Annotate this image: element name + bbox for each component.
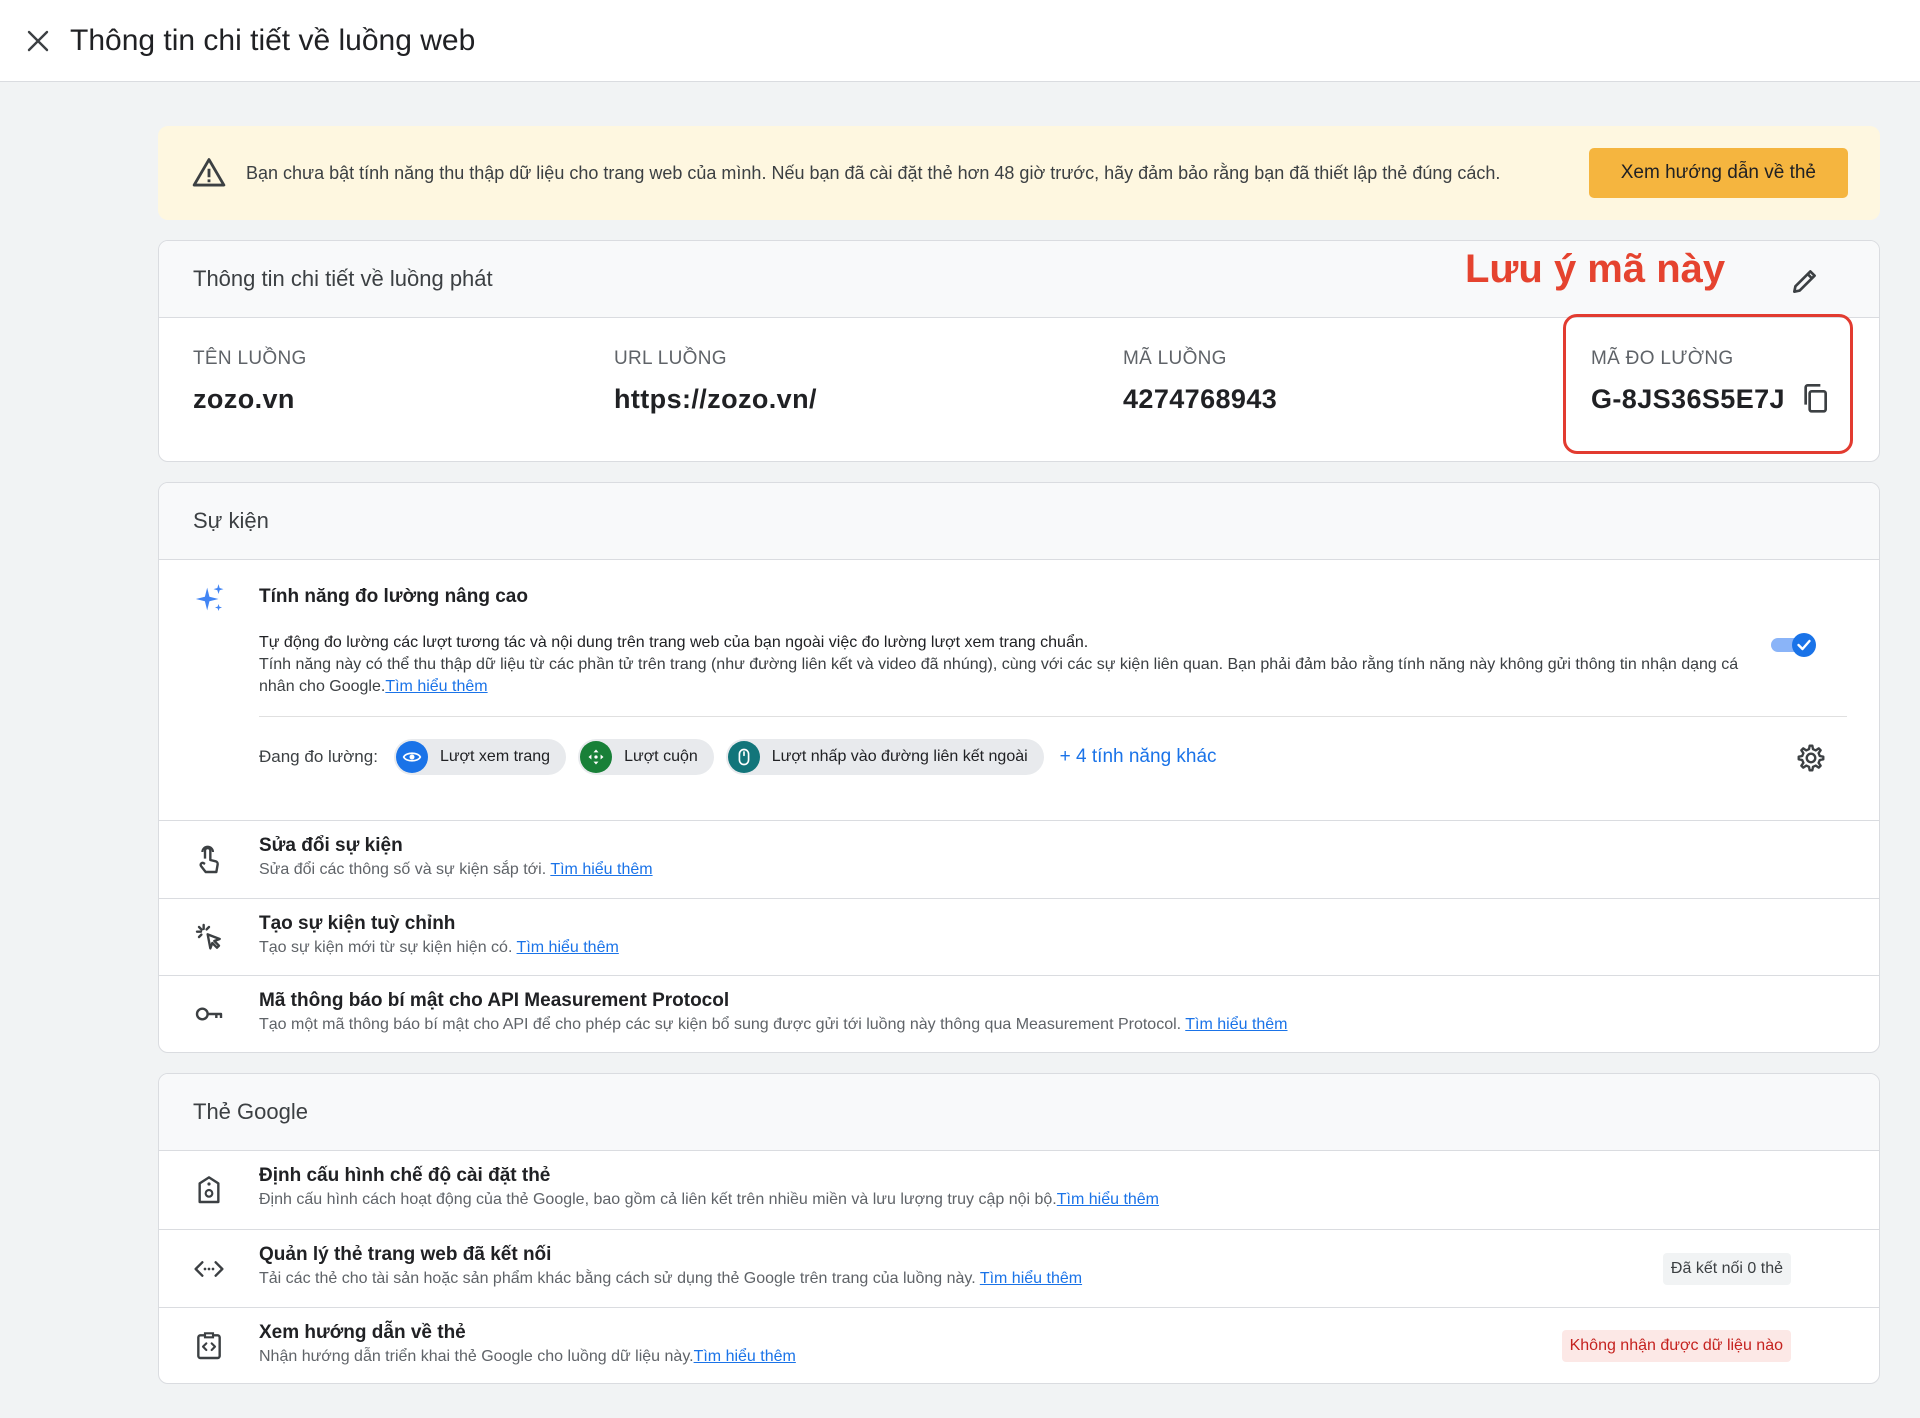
view-tag-guide-subtitle: Nhận hướng dẫn triển khai thẻ Google cho… xyxy=(259,1348,796,1365)
no-data-badge: Không nhận được dữ liệu nào xyxy=(1561,1329,1791,1362)
events-title: Sự kiện xyxy=(193,508,269,533)
enhanced-desc-line1: Tự động đo lường các lượt tương tác và n… xyxy=(259,634,1089,651)
view-tag-guide-title: Xem hướng dẫn về thẻ xyxy=(259,1322,466,1343)
events-card: Sự kiện Tính năng đo lường nâng cao Tự đ… xyxy=(158,482,1880,1053)
top-bar: Thông tin chi tiết về luồng web xyxy=(0,0,1920,82)
key-icon xyxy=(195,1007,223,1021)
create-custom-event-title: Tạo sự kiện tuỳ chỉnh xyxy=(259,913,456,934)
modify-events-row[interactable]: Sửa đổi sự kiện Sửa đổi các thông số và … xyxy=(159,821,1879,898)
warning-icon xyxy=(192,158,226,187)
measuring-label: Đang đo lường: xyxy=(259,747,378,766)
manage-connected-tags-title: Quản lý thẻ trang web đã kết nối xyxy=(259,1244,552,1265)
eye-icon xyxy=(395,741,428,773)
measurement-protocol-secrets-row[interactable]: Mã thông báo bí mật cho API Measurement … xyxy=(159,975,1879,1052)
warning-banner: Bạn chưa bật tính năng thu thập dữ liệu … xyxy=(158,126,1880,220)
edit-icon[interactable] xyxy=(1789,265,1821,297)
annotation-text: Lưu ý mã này xyxy=(1465,247,1726,291)
measuring-chips: Đang đo lường: Lượt xem trang Lượt cuộn xyxy=(259,738,1217,776)
close-icon xyxy=(27,30,49,51)
stream-fields: TÊN LUỒNG zozo.vn URL LUỒNG https://zozo… xyxy=(159,314,1879,461)
stream-name-field: TÊN LUỒNG zozo.vn xyxy=(193,348,307,415)
stream-url-field: URL LUỒNG https://zozo.vn/ xyxy=(614,348,817,415)
configure-tag-settings-title: Định cấu hình chế độ cài đặt thẻ xyxy=(259,1165,551,1186)
stream-details-header: Thông tin chi tiết về luồng phát Lưu ý m… xyxy=(159,241,1879,318)
chip-scrolls-label: Lượt cuộn xyxy=(624,748,698,765)
enhanced-learn-more-link[interactable]: Tìm hiểu thêm xyxy=(385,678,487,695)
touch-icon xyxy=(199,845,219,873)
modify-events-learn-more-link[interactable]: Tìm hiểu thêm xyxy=(550,861,652,878)
close-button[interactable] xyxy=(18,21,58,61)
stream-details-title: Thông tin chi tiết về luồng phát xyxy=(193,266,493,291)
enhanced-measurement-section: Tính năng đo lường nâng cao Tự động đo l… xyxy=(159,560,1879,821)
modify-events-subtitle: Sửa đổi các thông số và sự kiện sắp tới.… xyxy=(259,861,653,878)
warning-text: Bạn chưa bật tính năng thu thập dữ liệu … xyxy=(246,163,1501,183)
copy-icon[interactable] xyxy=(1799,382,1831,414)
measurement-protocol-text: Mã thông báo bí mật cho API Measurement … xyxy=(259,990,1288,1034)
events-header: Sự kiện xyxy=(159,483,1879,560)
stream-id-label: MÃ LUỒNG xyxy=(1123,348,1227,369)
enhanced-measurement-description: Tự động đo lường các lượt tương tác và n… xyxy=(259,632,1739,698)
view-tag-guide-button[interactable]: Xem hướng dẫn về thẻ xyxy=(1588,148,1848,198)
mouse-icon xyxy=(727,741,760,773)
connected-tags-badge: Đã kết nối 0 thẻ xyxy=(1662,1252,1791,1285)
measurement-protocol-learn-more-link[interactable]: Tìm hiểu thêm xyxy=(1185,1016,1287,1033)
manage-connected-tags-row[interactable]: Quản lý thẻ trang web đã kết nối Tải các… xyxy=(159,1229,1879,1307)
chip-outbound-clicks: Lượt nhấp vào đường liên kết ngoài xyxy=(725,739,1044,775)
manage-connected-tags-subtitle: Tải các thẻ cho tài sản hoặc sản phẩm kh… xyxy=(259,1270,1083,1287)
stream-url-label: URL LUỒNG xyxy=(614,348,727,369)
view-tag-guide-text: Xem hướng dẫn về thẻ Nhận hướng dẫn triể… xyxy=(259,1322,796,1366)
divider xyxy=(259,716,1847,717)
code-arrows-icon xyxy=(194,1260,224,1277)
enhanced-measurement-toggle[interactable] xyxy=(1769,630,1819,660)
measurement-protocol-subtitle: Tạo một mã thông báo bí mật cho API để c… xyxy=(259,1016,1288,1033)
stream-url-value: https://zozo.vn/ xyxy=(614,384,817,414)
create-custom-event-subtitle: Tạo sự kiện mới từ sự kiện hiện có. Tìm … xyxy=(259,939,619,956)
create-custom-event-row[interactable]: Tạo sự kiện tuỳ chỉnh Tạo sự kiện mới từ… xyxy=(159,898,1879,975)
sparkle-icon xyxy=(195,584,224,612)
stream-details-card: Thông tin chi tiết về luồng phát Lưu ý m… xyxy=(158,240,1880,462)
modify-events-title: Sửa đổi sự kiện xyxy=(259,835,403,856)
view-tag-guide-learn-more-link[interactable]: Tìm hiểu thêm xyxy=(694,1348,796,1365)
cursor-click-icon xyxy=(195,923,221,950)
configure-tag-learn-more-link[interactable]: Tìm hiểu thêm xyxy=(1057,1191,1159,1208)
configure-tag-settings-row[interactable]: Định cấu hình chế độ cài đặt thẻ Định cấ… xyxy=(159,1151,1879,1229)
scroll-icon xyxy=(580,741,613,773)
main-content: Bạn chưa bật tính năng thu thập dữ liệu … xyxy=(158,126,1880,1384)
google-tag-title: Thẻ Google xyxy=(193,1099,308,1124)
configure-tag-settings-subtitle: Định cấu hình cách hoạt động của thẻ Goo… xyxy=(259,1191,1160,1208)
stream-id-field: MÃ LUỒNG 4274768943 xyxy=(1123,348,1277,415)
tag-settings-icon xyxy=(198,1176,220,1204)
google-tag-header: Thẻ Google xyxy=(159,1074,1879,1151)
chip-page-views: Lượt xem trang xyxy=(393,739,567,775)
page-title: Thông tin chi tiết về luồng web xyxy=(70,23,476,57)
stream-name-value: zozo.vn xyxy=(193,384,295,414)
enhanced-measurement-title: Tính năng đo lường nâng cao xyxy=(259,586,528,607)
chip-page-views-label: Lượt xem trang xyxy=(439,748,551,765)
create-custom-event-text: Tạo sự kiện tuỳ chỉnh Tạo sự kiện mới từ… xyxy=(259,913,619,957)
create-custom-event-learn-more-link[interactable]: Tìm hiểu thêm xyxy=(517,939,619,956)
tag-code-icon xyxy=(197,1331,221,1359)
manage-connected-tags-learn-more-link[interactable]: Tìm hiểu thêm xyxy=(980,1270,1082,1287)
chip-outbound-clicks-label: Lượt nhấp vào đường liên kết ngoài xyxy=(771,748,1028,765)
more-features-link[interactable]: + 4 tính năng khác xyxy=(1060,746,1217,768)
google-tag-card: Thẻ Google Định cấu hình chế độ cài đặt … xyxy=(158,1073,1880,1384)
gear-icon[interactable] xyxy=(1795,742,1827,774)
measurement-protocol-title: Mã thông báo bí mật cho API Measurement … xyxy=(259,990,730,1011)
configure-tag-settings-text: Định cấu hình chế độ cài đặt thẻ Định cấ… xyxy=(259,1165,1159,1209)
view-tag-guide-row[interactable]: Xem hướng dẫn về thẻ Nhận hướng dẫn triể… xyxy=(159,1307,1879,1383)
stream-id-value: 4274768943 xyxy=(1123,384,1278,414)
stream-name-label: TÊN LUỒNG xyxy=(193,348,307,369)
manage-connected-tags-text: Quản lý thẻ trang web đã kết nối Tải các… xyxy=(259,1244,1082,1288)
modify-events-text: Sửa đổi sự kiện Sửa đổi các thông số và … xyxy=(259,835,653,879)
chip-scrolls: Lượt cuộn xyxy=(578,739,714,775)
